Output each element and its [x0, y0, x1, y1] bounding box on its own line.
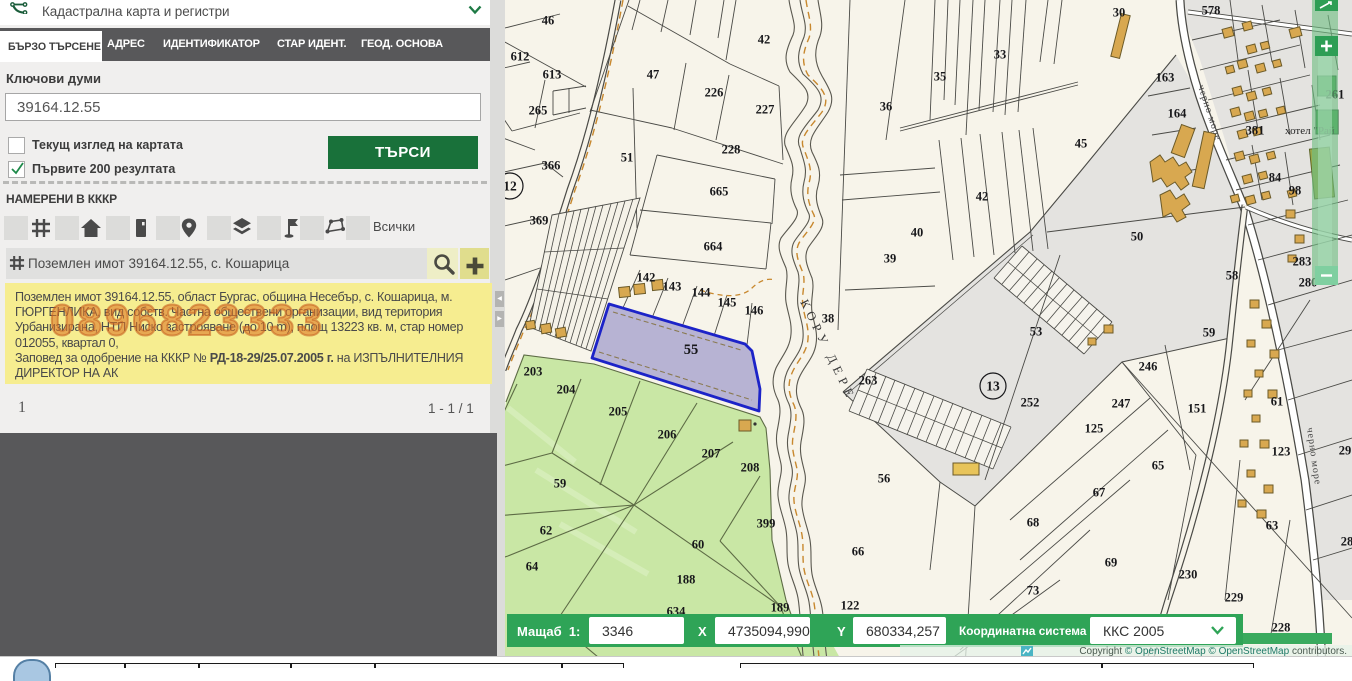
- svg-text:33: 33: [994, 48, 1007, 62]
- svg-text:30: 30: [1113, 6, 1126, 20]
- svg-text:229: 229: [1225, 591, 1244, 605]
- svg-text:67: 67: [1093, 486, 1106, 500]
- svg-text:366: 366: [542, 159, 561, 173]
- svg-text:73: 73: [1027, 584, 1040, 598]
- svg-text:68: 68: [1027, 516, 1040, 530]
- svg-text:50: 50: [1131, 230, 1144, 244]
- svg-text:60: 60: [692, 538, 705, 552]
- svg-text:247: 247: [1112, 397, 1131, 411]
- svg-text:59: 59: [554, 477, 567, 491]
- svg-text:35: 35: [934, 70, 947, 84]
- svg-text:98: 98: [1289, 184, 1302, 198]
- svg-text:36: 36: [880, 100, 893, 114]
- svg-text:55: 55: [684, 342, 699, 358]
- svg-text:163: 163: [1156, 71, 1175, 85]
- svg-text:125: 125: [1085, 422, 1104, 436]
- svg-text:399: 399: [757, 517, 776, 531]
- svg-text:203: 203: [524, 365, 543, 379]
- svg-text:145: 145: [718, 296, 737, 310]
- svg-text:40: 40: [911, 226, 924, 240]
- svg-text:62: 62: [540, 524, 553, 538]
- svg-text:578: 578: [1202, 4, 1221, 18]
- svg-text:228: 228: [722, 143, 741, 157]
- svg-text:381: 381: [1246, 124, 1265, 138]
- svg-text:63: 63: [1266, 519, 1279, 533]
- svg-text:13: 13: [986, 379, 1000, 394]
- svg-text:12: 12: [505, 179, 517, 194]
- svg-text:204: 204: [557, 383, 577, 397]
- svg-text:58: 58: [1226, 269, 1239, 283]
- svg-text:66: 66: [852, 545, 865, 559]
- svg-text:39: 39: [884, 252, 897, 266]
- svg-text:208: 208: [741, 461, 760, 475]
- svg-text:64: 64: [526, 560, 539, 574]
- svg-text:53: 53: [1030, 325, 1043, 339]
- svg-text:69: 69: [1105, 556, 1118, 570]
- svg-text:226: 226: [705, 86, 724, 100]
- svg-text:265: 265: [529, 104, 548, 118]
- svg-text:612: 612: [511, 50, 530, 64]
- svg-text:47: 47: [647, 68, 660, 82]
- svg-text:613: 613: [543, 68, 562, 82]
- svg-text:189: 189: [771, 601, 790, 615]
- svg-text:51: 51: [621, 151, 634, 165]
- svg-text:56: 56: [878, 472, 891, 486]
- svg-text:283: 283: [1293, 255, 1312, 269]
- svg-text:664: 664: [704, 240, 724, 254]
- svg-text:230: 230: [1179, 568, 1198, 582]
- svg-text:164: 164: [1168, 107, 1188, 121]
- svg-text:205: 205: [609, 405, 628, 419]
- svg-text:263: 263: [859, 374, 878, 388]
- svg-text:252: 252: [1021, 396, 1040, 410]
- svg-text:42: 42: [758, 33, 771, 47]
- svg-text:65: 65: [1152, 459, 1165, 473]
- svg-text:206: 206: [658, 428, 677, 442]
- svg-text:84: 84: [1269, 171, 1282, 185]
- svg-text:28: 28: [1341, 535, 1352, 549]
- svg-text:227: 227: [756, 103, 775, 117]
- svg-text:207: 207: [702, 447, 721, 461]
- svg-text:665: 665: [710, 185, 729, 199]
- svg-text:369: 369: [530, 214, 549, 228]
- svg-text:151: 151: [1188, 402, 1207, 416]
- svg-text:142: 142: [637, 271, 656, 285]
- svg-text:122: 122: [841, 599, 860, 613]
- svg-text:46: 46: [542, 14, 555, 28]
- svg-text:45: 45: [1075, 137, 1088, 151]
- svg-text:246: 246: [1139, 360, 1158, 374]
- svg-text:59: 59: [1203, 326, 1216, 340]
- svg-text:143: 143: [663, 280, 682, 294]
- svg-text:61: 61: [1271, 395, 1284, 409]
- svg-text:146: 146: [745, 304, 764, 318]
- svg-text:123: 123: [1272, 445, 1291, 459]
- svg-text:144: 144: [692, 286, 712, 300]
- svg-text:29: 29: [1339, 444, 1352, 458]
- svg-text:42: 42: [976, 190, 989, 204]
- svg-text:188: 188: [677, 573, 696, 587]
